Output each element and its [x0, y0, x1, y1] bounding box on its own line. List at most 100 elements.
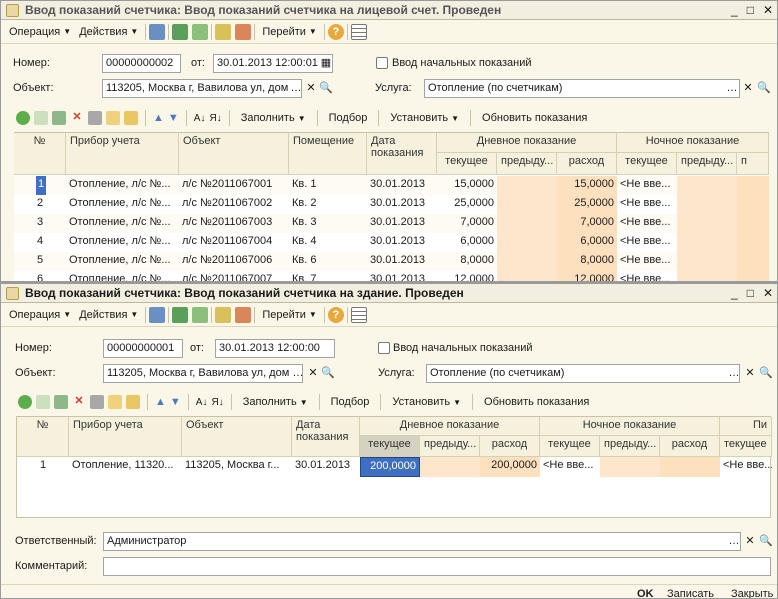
save-button[interactable]: Записать	[667, 588, 714, 598]
cell-device[interactable]: Отопление, л/с №...	[66, 176, 179, 195]
table-row[interactable]: 3 Отопление, л/с №... л/с №2011067003 Кв. 3…	[14, 214, 769, 233]
cell-object[interactable]: л/с №2011067003	[179, 214, 289, 233]
cell-room[interactable]: Кв. 2	[289, 195, 367, 214]
cell-object[interactable]: л/с №2011067004	[179, 233, 289, 252]
cell-date[interactable]: 30.01.2013	[367, 214, 437, 233]
move-down-icon[interactable]: ▼	[168, 112, 179, 124]
cell-day-current[interactable]: 25,0000	[437, 195, 497, 214]
close-icon[interactable]: ✕	[763, 286, 773, 300]
select-icon[interactable]: …	[291, 367, 305, 381]
copy-icon[interactable]	[192, 306, 209, 323]
select-button[interactable]: Подбор	[327, 395, 374, 409]
number-field[interactable]: 00000000002	[102, 54, 181, 73]
edit-icon[interactable]	[54, 395, 68, 409]
table-row[interactable]: 1 Отопление, 11320... 113205, Москва г..…	[17, 457, 772, 479]
cell-device[interactable]: Отопление, л/с №...	[66, 233, 179, 252]
move-down-icon[interactable]: ▼	[170, 396, 181, 408]
clear-icon[interactable]: ✕	[743, 367, 757, 381]
header-extra[interactable]: п	[737, 153, 769, 175]
select-icon[interactable]: …	[727, 535, 741, 549]
cell-day-prev[interactable]	[497, 271, 557, 281]
object-field[interactable]: 113205, Москва г, Вавилова ул, дом	[102, 79, 302, 98]
cell-date[interactable]: 30.01.2013	[367, 176, 437, 195]
cell-day-prev[interactable]	[497, 176, 557, 195]
cell-night-current[interactable]: <Не вве...	[540, 457, 600, 473]
actions-menu[interactable]: Действия ▼	[75, 308, 142, 322]
date-field[interactable]: 30.01.2013 12:00:00	[215, 339, 335, 358]
cell-room[interactable]: Кв. 1	[289, 176, 367, 195]
cell-room[interactable]: Кв. 6	[289, 252, 367, 271]
cell-night-prev[interactable]	[677, 252, 737, 271]
cell-object[interactable]: л/с №2011067006	[179, 252, 289, 271]
cell-day-usage[interactable]: 6,0000	[557, 233, 617, 252]
close-button[interactable]: Закрыть	[731, 588, 773, 598]
cell-date[interactable]: 30.01.2013	[292, 457, 360, 473]
header-device[interactable]: Прибор учета	[69, 417, 182, 457]
cell-room[interactable]: Кв. 7	[289, 271, 367, 281]
table-row[interactable]: 1 Отопление, л/с №... л/с №2011067001 Кв. 1…	[14, 176, 769, 195]
header-night-current[interactable]: текущее	[540, 436, 600, 457]
cell-extra[interactable]	[737, 233, 769, 252]
select-icon[interactable]: …	[289, 82, 303, 96]
open-icon[interactable]: 🔍	[759, 367, 773, 381]
cell-night-prev[interactable]	[677, 195, 737, 214]
table-row[interactable]: 5 Отопление, л/с №... л/с №2011067006 Кв. 6…	[14, 252, 769, 271]
end-edit-icon[interactable]	[88, 111, 102, 125]
select-button[interactable]: Подбор	[325, 111, 372, 125]
post-icon[interactable]	[149, 23, 166, 40]
cell-object[interactable]: 113205, Москва г...	[182, 457, 292, 473]
sort-asc-icon[interactable]: A↓	[196, 397, 208, 408]
cell-night-prev[interactable]	[600, 457, 660, 477]
cell-day-prev[interactable]	[420, 457, 480, 477]
maximize-icon[interactable]: □	[747, 3, 754, 17]
help-icon[interactable]: ?	[327, 23, 344, 40]
object-field[interactable]: 113205, Москва г, Вавилова ул, дом	[103, 364, 303, 383]
cell-object[interactable]: л/с №2011067002	[179, 195, 289, 214]
list-icon[interactable]	[350, 306, 367, 323]
comment-field[interactable]	[103, 557, 771, 576]
cell-day-usage[interactable]: 8,0000	[557, 252, 617, 271]
header-night-current[interactable]: текущее	[617, 153, 677, 175]
list-icon[interactable]	[350, 23, 367, 40]
cell-extra[interactable]	[737, 214, 769, 233]
set-menu[interactable]: Установить ▼	[386, 111, 463, 125]
maximize-icon[interactable]: □	[747, 286, 754, 300]
clear-icon[interactable]: ✕	[306, 367, 320, 381]
initial-readings-checkbox[interactable]	[378, 342, 390, 354]
responsible-field[interactable]: Администратор	[103, 532, 741, 551]
header-night-prev[interactable]: предыду...	[677, 153, 737, 175]
header-extra-current[interactable]: текущее	[720, 436, 772, 457]
sort-desc-icon[interactable]: Я↓	[211, 397, 223, 408]
edit-icon[interactable]	[52, 111, 66, 125]
delete-icon[interactable]: ✕	[72, 394, 86, 410]
fill-menu[interactable]: Заполнить ▼	[239, 395, 312, 409]
cell-extra[interactable]	[737, 195, 769, 214]
clear-icon[interactable]: ✕	[741, 82, 755, 96]
cell-day-prev[interactable]	[497, 214, 557, 233]
header-day-prev[interactable]: предыду...	[497, 153, 557, 175]
clear-icon[interactable]: ✕	[743, 535, 757, 549]
table-row[interactable]: 2 Отопление, л/с №... л/с №2011067002 Кв. 2…	[14, 195, 769, 214]
help-icon[interactable]: ?	[327, 306, 344, 323]
select-icon[interactable]: …	[725, 82, 739, 96]
cell-night-prev[interactable]	[677, 214, 737, 233]
header-day-usage[interactable]: расход	[557, 153, 617, 175]
select-icon[interactable]: …	[727, 367, 741, 381]
cell-day-current[interactable]: 6,0000	[437, 233, 497, 252]
table-row[interactable]: 6 Отопление, л/с №... л/с №2011067007 Кв. 7…	[14, 271, 769, 281]
structure-icon[interactable]	[215, 306, 232, 323]
table-row[interactable]: 4 Отопление, л/с №... л/с №2011067004 Кв. 4…	[14, 233, 769, 252]
header-device[interactable]: Прибор учета	[66, 133, 179, 175]
goto-menu[interactable]: Перейти ▼	[258, 25, 321, 39]
operation-menu[interactable]: Операция ▼	[5, 25, 75, 39]
header-day-current[interactable]: текущее	[360, 436, 420, 457]
open-icon[interactable]: 🔍	[757, 82, 771, 96]
print-icon[interactable]	[235, 306, 252, 323]
header-night-prev[interactable]: предыду...	[600, 436, 660, 457]
cell-room[interactable]: Кв. 3	[289, 214, 367, 233]
sort-asc-icon[interactable]: A↓	[194, 113, 206, 124]
clear-icon[interactable]: ✕	[304, 82, 318, 96]
refresh-readings-button[interactable]: Обновить показания	[480, 395, 593, 409]
cell-room[interactable]: Кв. 4	[289, 233, 367, 252]
cell-object[interactable]: л/с №2011067001	[179, 176, 289, 195]
